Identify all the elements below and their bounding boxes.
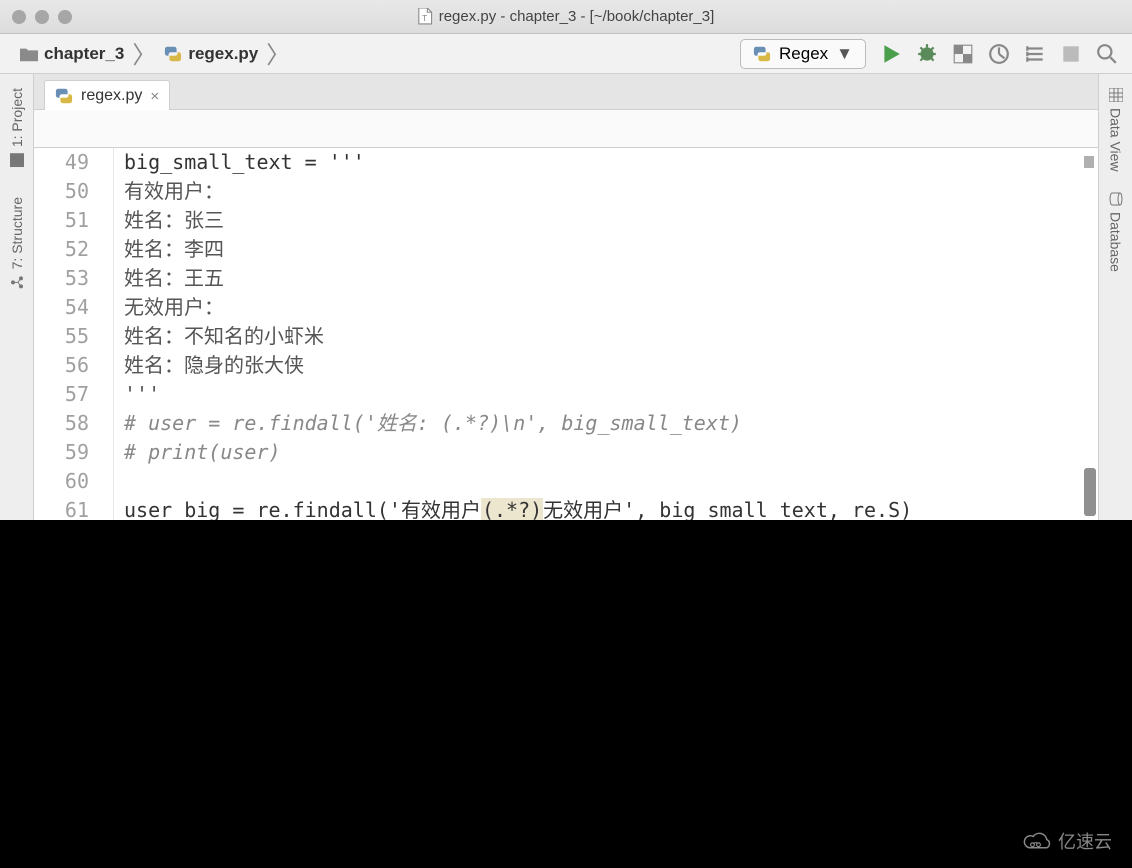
folder-icon: [20, 46, 38, 62]
tool-window-project[interactable]: 1: Project: [9, 88, 25, 167]
title-bar: T regex.py - chapter_3 - [~/book/chapter…: [0, 0, 1132, 34]
line-number: 56: [34, 351, 89, 380]
tool-label: 1: Project: [9, 88, 25, 147]
svg-text:T: T: [422, 13, 427, 23]
line-number: 55: [34, 322, 89, 351]
code-line[interactable]: 无效用户：: [124, 293, 1098, 322]
breadcrumb-item-file[interactable]: regex.py: [158, 44, 264, 64]
python-icon: [753, 45, 771, 63]
window-title-text: regex.py - chapter_3 - [~/book/chapter_3…: [439, 8, 715, 25]
file-icon: T: [418, 8, 433, 25]
tab-label: regex.py: [81, 87, 142, 105]
close-icon[interactable]: ×: [150, 88, 159, 105]
code-line[interactable]: # print(user): [124, 438, 1098, 467]
breadcrumb: chapter_3 〉 regex.py 〉: [14, 38, 290, 70]
right-tool-strip: Data View Database: [1098, 74, 1132, 520]
line-number: 51: [34, 206, 89, 235]
concurrent-button[interactable]: [1024, 43, 1046, 65]
debug-button[interactable]: [916, 43, 938, 65]
minimize-window-button[interactable]: [35, 10, 49, 24]
vertical-scrollbar-thumb[interactable]: [1084, 468, 1096, 516]
tool-window-structure[interactable]: 7: Structure: [9, 197, 25, 289]
code-line[interactable]: 有效用户：: [124, 177, 1098, 206]
code-editor[interactable]: 49505152535455565758596061 big_small_tex…: [34, 148, 1098, 520]
code-line[interactable]: 姓名：张三: [124, 206, 1098, 235]
tool-label: Data View: [1108, 108, 1124, 172]
toolbar-right: Regex ▼: [740, 39, 1118, 69]
tool-window-data-view[interactable]: Data View: [1108, 88, 1124, 172]
line-number: 61: [34, 496, 89, 520]
close-window-button[interactable]: [12, 10, 26, 24]
editor-sub-toolbar: [34, 110, 1098, 148]
python-file-icon: [164, 45, 182, 63]
stop-button[interactable]: [1060, 43, 1082, 65]
breadcrumb-separator: 〉: [266, 35, 290, 70]
code-line[interactable]: 姓名：李四: [124, 235, 1098, 264]
code-line[interactable]: 姓名：隐身的张大侠: [124, 351, 1098, 380]
code-line[interactable]: big_small_text = ''': [124, 148, 1098, 177]
main-area: 1: Project 7: Structure regex.py × 49505…: [0, 74, 1132, 520]
run-button[interactable]: [880, 43, 902, 65]
line-number: 60: [34, 467, 89, 496]
editor-tab-active[interactable]: regex.py ×: [44, 80, 170, 110]
chevron-down-icon: ▼: [836, 44, 853, 64]
watermark: 亿速云: [1022, 828, 1112, 854]
profile-button[interactable]: [988, 43, 1010, 65]
ide-window: T regex.py - chapter_3 - [~/book/chapter…: [0, 0, 1132, 520]
cloud-icon: [1022, 829, 1052, 853]
code-line[interactable]: ''': [124, 380, 1098, 409]
line-number: 59: [34, 438, 89, 467]
tool-label: Database: [1108, 212, 1124, 272]
line-number: 57: [34, 380, 89, 409]
search-everywhere-button[interactable]: [1096, 43, 1118, 65]
breadcrumb-label: regex.py: [188, 44, 258, 64]
tool-label: 7: Structure: [9, 197, 25, 269]
python-file-icon: [55, 87, 73, 105]
coverage-button[interactable]: [952, 43, 974, 65]
run-config-selector[interactable]: Regex ▼: [740, 39, 866, 69]
line-number: 58: [34, 409, 89, 438]
run-config-label: Regex: [779, 44, 828, 64]
code-line[interactable]: [124, 467, 1098, 496]
zoom-window-button[interactable]: [58, 10, 72, 24]
watermark-text: 亿速云: [1058, 828, 1112, 854]
line-number: 49: [34, 148, 89, 177]
code-line[interactable]: user_big = re.findall('有效用户(.*?)无效用户', b…: [124, 496, 1098, 520]
breadcrumb-item-project[interactable]: chapter_3: [14, 44, 130, 64]
code-area[interactable]: big_small_text = '''有效用户：姓名：张三姓名：李四姓名：王五…: [114, 148, 1098, 520]
editor-tab-bar: regex.py ×: [34, 74, 1098, 110]
nav-bar: chapter_3 〉 regex.py 〉 Regex ▼: [0, 34, 1132, 74]
window-title: T regex.py - chapter_3 - [~/book/chapter…: [418, 8, 715, 25]
table-icon: [1109, 88, 1123, 102]
breadcrumb-separator: 〉: [132, 35, 156, 70]
line-number: 53: [34, 264, 89, 293]
code-line[interactable]: 姓名：王五: [124, 264, 1098, 293]
project-icon: [10, 153, 24, 167]
code-line[interactable]: 姓名：不知名的小虾米: [124, 322, 1098, 351]
traffic-lights: [12, 10, 72, 24]
breadcrumb-label: chapter_3: [44, 44, 124, 64]
line-number-gutter: 49505152535455565758596061: [34, 148, 114, 520]
code-line[interactable]: # user = re.findall('姓名: (.*?)\n', big_s…: [124, 409, 1098, 438]
line-number: 52: [34, 235, 89, 264]
tool-window-database[interactable]: Database: [1108, 192, 1124, 272]
database-icon: [1109, 192, 1123, 206]
editor-column: regex.py × 49505152535455565758596061 bi…: [34, 74, 1098, 520]
line-number: 50: [34, 177, 89, 206]
line-number: 54: [34, 293, 89, 322]
structure-icon: [10, 276, 24, 290]
marker-stripe: [1084, 156, 1094, 168]
left-tool-strip: 1: Project 7: Structure: [0, 74, 34, 520]
